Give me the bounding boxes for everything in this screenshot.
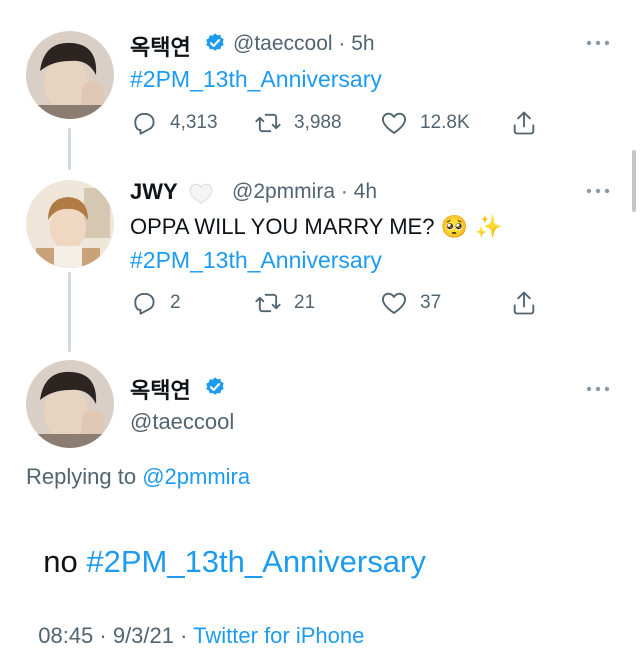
handle[interactable]: @taeccool bbox=[130, 409, 234, 435]
hashtag-link[interactable]: #2PM_13th_Anniversary bbox=[130, 247, 382, 274]
reply-count: 2 bbox=[170, 292, 181, 313]
avatar[interactable] bbox=[26, 360, 114, 448]
like-button[interactable]: 37 bbox=[380, 287, 441, 319]
share-button[interactable] bbox=[510, 107, 538, 139]
reply-icon bbox=[134, 292, 155, 315]
tweet-actions: 4,313 3,988 12.8K bbox=[130, 107, 550, 139]
like-button[interactable]: 12.8K bbox=[380, 107, 470, 139]
more-icon[interactable] bbox=[586, 40, 610, 46]
tweet-text: OPPA WILL YOU MARRY ME? 🥺 ✨ bbox=[130, 214, 502, 240]
tweet-text-content: OPPA WILL YOU MARRY ME? bbox=[130, 214, 435, 239]
avatar[interactable] bbox=[26, 180, 114, 268]
more-icon[interactable] bbox=[586, 188, 610, 194]
handle-time[interactable]: @taeccool · 5h bbox=[233, 32, 375, 56]
reply-count: 4,313 bbox=[170, 112, 218, 133]
display-name[interactable]: 옥택연 bbox=[130, 30, 191, 62]
thread-line bbox=[68, 272, 71, 352]
hashtag-link[interactable]: #2PM_13th_Anniversary bbox=[130, 66, 382, 93]
scrollbar[interactable] bbox=[632, 150, 636, 212]
display-name[interactable]: 옥택연 bbox=[130, 373, 191, 405]
like-count: 12.8K bbox=[420, 112, 470, 133]
share-icon bbox=[513, 291, 535, 315]
retweet-count: 21 bbox=[294, 292, 316, 313]
thread-line bbox=[68, 128, 71, 170]
tweet-actions: 2 21 37 bbox=[130, 287, 550, 319]
white-heart-icon bbox=[188, 181, 214, 205]
hashtag-link[interactable]: #2PM_13th_Anniversary bbox=[86, 544, 425, 579]
like-icon bbox=[381, 292, 407, 314]
verified-badge-icon bbox=[204, 376, 226, 398]
reply-icon bbox=[134, 112, 155, 135]
tweet-text-content: no bbox=[43, 544, 87, 579]
tweet-timestamp: 08:45 · 9/3/21 · Twitter for iPhone bbox=[26, 597, 364, 649]
like-icon bbox=[381, 112, 407, 134]
replying-to: Replying to @2pmmira bbox=[26, 464, 250, 490]
reply-button[interactable]: 2 bbox=[130, 287, 181, 319]
source-link[interactable]: Twitter for iPhone bbox=[193, 623, 364, 648]
main-tweet-text: no #2PM_13th_Anniversary bbox=[26, 508, 426, 580]
retweet-icon bbox=[255, 113, 281, 133]
reply-button[interactable]: 4,313 bbox=[130, 107, 218, 139]
verified-badge-icon bbox=[204, 32, 226, 54]
share-icon bbox=[513, 111, 535, 135]
replying-to-label: Replying to bbox=[26, 464, 143, 489]
retweet-icon bbox=[255, 293, 281, 313]
replying-to-handle[interactable]: @2pmmira bbox=[142, 464, 250, 489]
display-name[interactable]: JWY bbox=[130, 179, 178, 205]
handle-time[interactable]: @2pmmira · 4h bbox=[232, 180, 377, 204]
like-count: 37 bbox=[420, 292, 442, 313]
retweet-button[interactable]: 21 bbox=[254, 287, 315, 319]
emoji: 🥺 ✨ bbox=[440, 215, 503, 240]
timestamp[interactable]: 08:45 · 9/3/21 · bbox=[38, 623, 193, 648]
share-button[interactable] bbox=[510, 287, 538, 319]
avatar[interactable] bbox=[26, 31, 114, 119]
retweet-button[interactable]: 3,988 bbox=[254, 107, 342, 139]
retweet-count: 3,988 bbox=[294, 112, 342, 133]
more-icon[interactable] bbox=[586, 386, 610, 392]
